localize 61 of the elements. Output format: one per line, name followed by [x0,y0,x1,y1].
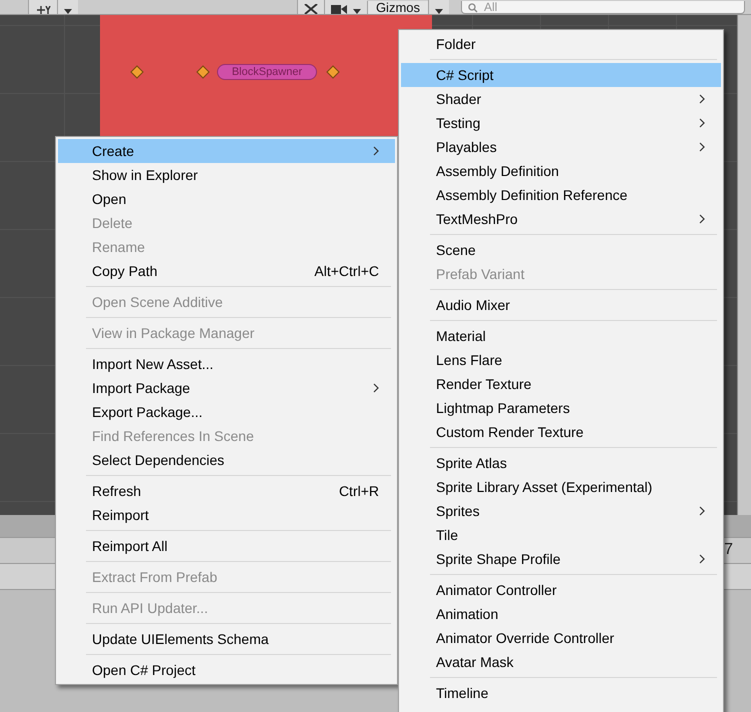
menu-item[interactable]: Create [58,139,395,163]
dropdown-button[interactable] [57,0,78,14]
menu-item[interactable]: Folder [401,32,721,56]
chevron-right-icon [699,506,705,516]
menu-item[interactable]: Export Package... [58,400,395,424]
menu-item[interactable]: Sprite Atlas [401,451,721,475]
chevron-right-icon [373,146,379,156]
menu-item[interactable]: Select Dependencies [58,448,395,472]
menu-item[interactable]: Lens Flare [401,348,721,372]
scrollbar[interactable] [737,15,751,515]
pivot-icon [35,6,51,14]
menu-item[interactable]: Import Package [58,376,395,400]
toolbar-button[interactable] [28,0,57,14]
object-label: BlockSpawner [217,64,317,80]
menu-item[interactable]: Avatar Mask [401,650,721,674]
menu-item[interactable]: Shader [401,87,721,111]
menu-item[interactable]: Timeline [401,681,721,705]
diamond-icon [130,65,144,79]
menu-item[interactable]: Material [401,324,721,348]
menu-item[interactable]: Assembly Definition [401,159,721,183]
menu-item[interactable]: Scene [401,238,721,262]
chevron-right-icon [699,214,705,224]
dropdown-button[interactable] [428,0,449,14]
menu-item[interactable]: Lightmap Parameters [401,396,721,420]
search-icon [468,3,478,13]
chevron-right-icon [699,94,705,104]
menu-item[interactable]: Reimport [58,503,395,527]
side-panel-text: 7 [724,540,734,560]
menu-item[interactable]: Show in Explorer [58,163,395,187]
menu-item[interactable]: Assembly Definition Reference [401,183,721,207]
menu-item[interactable]: Animator Override Controller [401,626,721,650]
diamond-icon [196,65,210,79]
chevron-right-icon [699,142,705,152]
menu-item[interactable]: Import New Asset... [58,352,395,376]
camera-icon [330,4,347,14]
menu-item[interactable]: Render Texture [401,372,721,396]
chevron-right-icon [699,118,705,128]
menu-item[interactable]: Animation [401,602,721,626]
menu-item[interactable]: Sprite Library Asset (Experimental) [401,475,721,499]
menu-item[interactable]: C# Script [401,63,721,87]
menu-item[interactable]: Testing [401,111,721,135]
camera-dropdown[interactable] [324,0,367,14]
menu-item[interactable]: Animator Controller [401,578,721,602]
diamond-icon [326,65,340,79]
menu-item[interactable]: Playables [401,135,721,159]
menu-item[interactable]: TextMeshPro [401,207,721,231]
menu-item[interactable]: Refresh Ctrl+R [58,479,395,503]
menu-item[interactable]: Open C# Project [58,658,395,682]
gizmos-menu[interactable]: Gizmos [366,1,428,14]
menu-item[interactable]: Reimport All [58,534,395,558]
chevron-right-icon [373,383,379,393]
menu-item[interactable]: Sprite Shape Profile [401,547,721,571]
menu-item[interactable]: Audio Mixer [401,293,721,317]
menu-item[interactable]: Update UIElements Schema [58,627,395,651]
chevron-right-icon [699,554,705,564]
menu-item[interactable]: Tile [401,523,721,547]
menu-item[interactable]: Sprites [401,499,721,523]
toolbar-button[interactable] [296,0,324,14]
menu-item[interactable]: Custom Render Texture [401,420,721,444]
menu-item[interactable]: Open [58,187,395,211]
menu-item[interactable]: Copy Path Alt+Ctrl+C [58,259,395,283]
